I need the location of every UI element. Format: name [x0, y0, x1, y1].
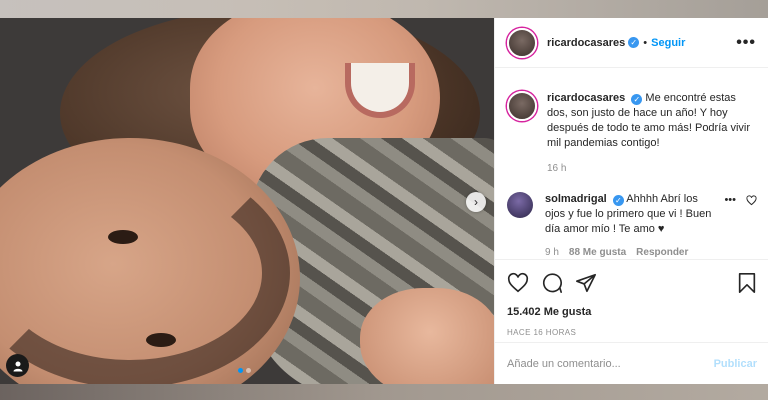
heart-icon[interactable]	[746, 194, 757, 206]
carousel-next-button[interactable]: ›	[466, 192, 486, 212]
comment-actions: •••	[724, 194, 757, 206]
post-photo[interactable]: ›	[0, 18, 494, 384]
post-card: › ricardocasares ✓ • Seguir ••• ricardoc…	[0, 18, 768, 384]
user-icon	[13, 361, 22, 371]
photo-hand	[360, 288, 494, 384]
carousel-dot-active	[238, 368, 243, 373]
share-icon[interactable]	[575, 272, 597, 294]
avatar[interactable]	[507, 192, 533, 218]
comments-list[interactable]: ricardocasares ✓ Me encontré estas dos, …	[495, 69, 768, 259]
publish-button[interactable]: Publicar	[714, 358, 757, 370]
comment-username[interactable]: solmadrigal	[545, 193, 607, 205]
comment-composer: Publicar	[495, 342, 768, 384]
comment: solmadrigal ✓ Ahhhh Abrí los ojos y fue …	[507, 192, 757, 259]
action-icons	[507, 270, 757, 296]
verified-icon: ✓	[612, 195, 624, 206]
caption: ricardocasares ✓ Me encontré estas dos, …	[507, 91, 757, 176]
avatar[interactable]	[507, 27, 537, 58]
post-side-panel: ricardocasares ✓ • Seguir ••• ricardocas…	[494, 18, 768, 384]
carousel-dot	[246, 368, 251, 373]
separator-dot: •	[643, 36, 648, 49]
tagged-users-button[interactable]	[6, 354, 29, 377]
bookmark-icon[interactable]	[737, 272, 757, 294]
reply-button[interactable]: Responder	[636, 245, 688, 259]
comment-likes[interactable]: 88 Me gusta	[569, 245, 626, 259]
post-timestamp: HACE 16 HORAS	[507, 328, 577, 337]
post-actions: 15.402 Me gusta HACE 16 HORAS	[495, 259, 768, 337]
background-strip-top	[0, 0, 768, 18]
verified-icon: ✓	[628, 37, 640, 48]
comment-body: solmadrigal ✓ Ahhhh Abrí los ojos y fue …	[545, 192, 715, 259]
comment-icon[interactable]	[541, 272, 563, 294]
comment-input[interactable]	[507, 357, 714, 370]
caption-username[interactable]: ricardocasares	[547, 92, 625, 104]
avatar[interactable]	[507, 91, 537, 121]
more-options-icon[interactable]: •••	[736, 34, 756, 52]
chevron-right-icon: ›	[474, 195, 478, 209]
follow-button[interactable]: Seguir	[651, 37, 685, 49]
caption-body: ricardocasares ✓ Me encontré estas dos, …	[547, 91, 757, 176]
comment-more-icon[interactable]: •••	[724, 194, 736, 206]
photo-eye	[146, 333, 176, 347]
comment-age: 9 h	[545, 247, 559, 258]
photo-eye	[108, 230, 138, 244]
post-header: ricardocasares ✓ • Seguir •••	[495, 18, 768, 68]
caption-age: 16 h	[547, 163, 567, 174]
heart-icon[interactable]	[507, 272, 529, 294]
background-strip-bottom	[0, 384, 768, 400]
comment-meta: 9 h 88 Me gusta Responder	[545, 245, 715, 259]
likes-count[interactable]: 15.402 Me gusta	[507, 306, 757, 318]
verified-icon: ✓	[631, 94, 643, 105]
carousel-dots	[238, 368, 251, 373]
post-username[interactable]: ricardocasares	[547, 37, 625, 49]
